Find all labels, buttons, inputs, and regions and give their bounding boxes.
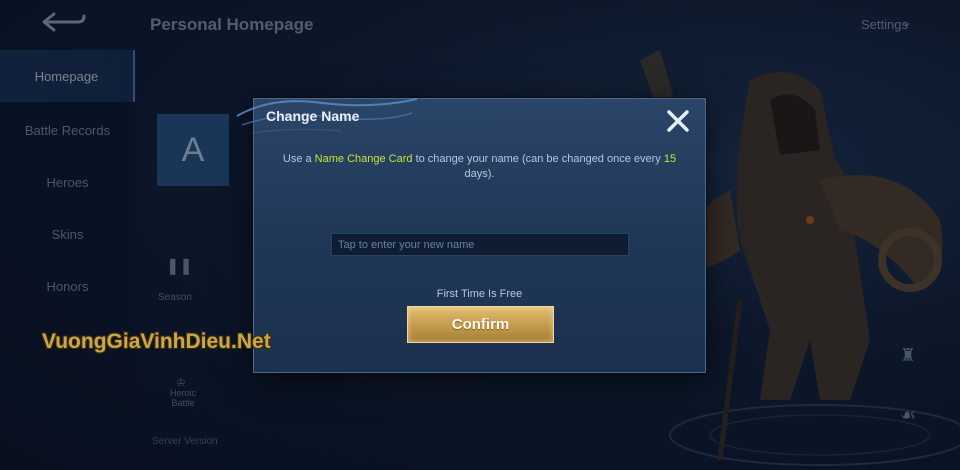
confirm-button[interactable]: Confirm — [407, 306, 554, 343]
desc-text: Use a — [282, 153, 315, 165]
dialog-description: Use a Name Change Card to change your na… — [270, 152, 689, 182]
new-name-input[interactable] — [331, 233, 629, 256]
free-note: First Time Is Free — [436, 288, 523, 300]
desc-text: days). — [464, 168, 495, 180]
name-change-card-link: Name Change Card — [314, 153, 413, 165]
days-count: 15 — [663, 153, 677, 165]
dialog-title: Change Name — [266, 108, 360, 124]
close-icon[interactable] — [665, 108, 691, 134]
watermark: VuongGiaVinhDieu.Net — [42, 330, 271, 353]
desc-text: to change your name (can be changed once… — [412, 153, 664, 165]
change-name-dialog: Change Name Use a Name Change Card to ch… — [236, 98, 706, 373]
